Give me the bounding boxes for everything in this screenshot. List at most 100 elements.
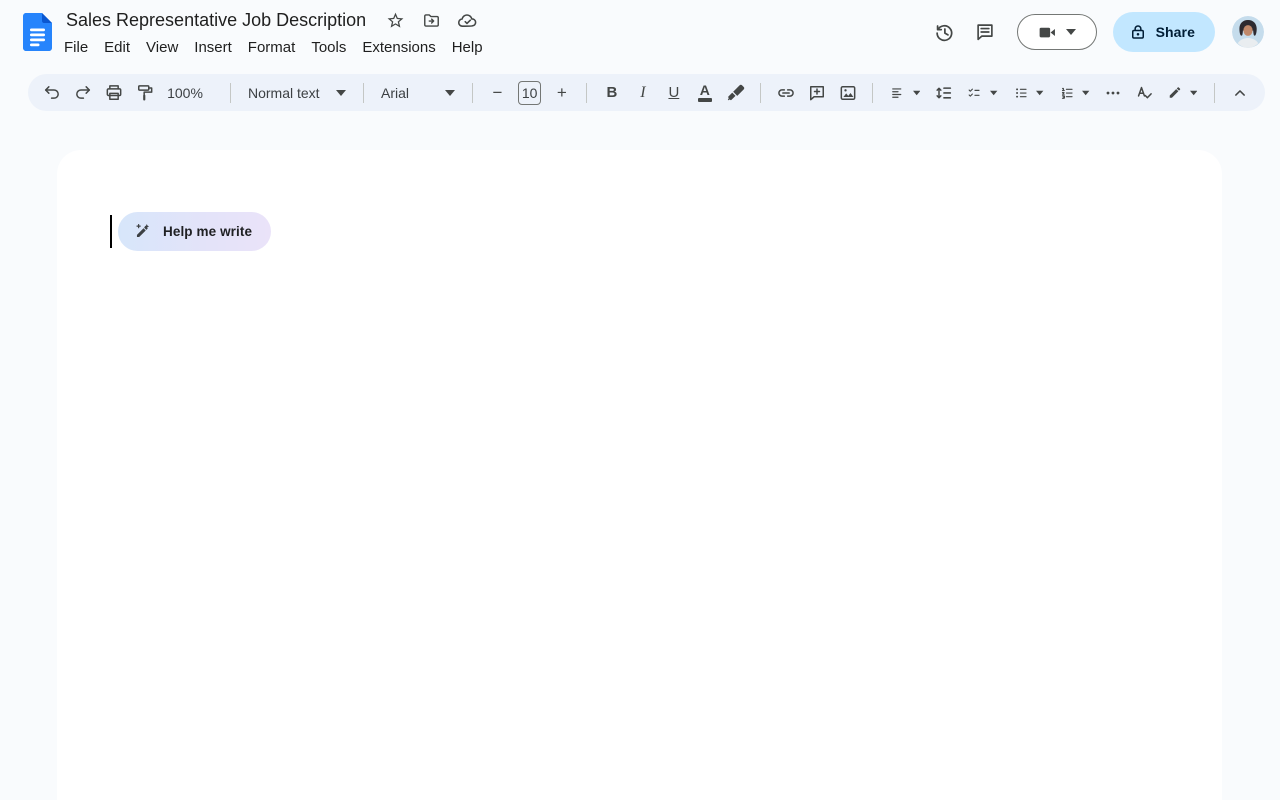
share-button[interactable]: Share [1113,12,1215,52]
insert-image-icon [838,83,858,103]
help-me-write-label: Help me write [163,224,252,239]
arrow-drop-down-icon [445,90,455,96]
arrow-drop-down-icon [1066,29,1076,35]
highlight-color-button[interactable] [721,79,750,107]
font-family-select[interactable]: Arial [374,79,462,107]
editing-mode-button[interactable] [1161,79,1204,107]
add-comment-icon [807,83,827,103]
share-label: Share [1156,24,1195,40]
decrease-font-size-button[interactable]: − [483,79,512,107]
join-call-button[interactable] [1017,14,1097,50]
star-button[interactable] [382,7,408,33]
more-options-button[interactable] [1099,79,1128,107]
help-me-write-button[interactable]: Help me write [118,212,271,251]
bulleted-list-icon [1014,83,1029,103]
arrow-drop-down-icon [990,90,997,96]
underline-icon: U [668,84,679,101]
docs-logo[interactable] [23,13,52,51]
menu-tools[interactable]: Tools [303,36,354,59]
zoom-value: 100% [167,85,203,101]
comments-button[interactable] [965,12,1005,52]
paint-format-button[interactable] [130,79,159,107]
checklist-icon [967,83,982,103]
menu-edit[interactable]: Edit [96,36,138,59]
title-block: Sales Representative Job Description [64,6,491,59]
title-actions [382,7,480,33]
menu-bar: File Edit View Insert Format Tools Exten… [56,36,491,59]
zoom-select[interactable]: 100% [161,79,220,107]
document-title[interactable]: Sales Representative Job Description [64,10,368,31]
toolbar-divider [872,83,873,103]
paragraph-style-select[interactable]: Normal text [241,79,353,107]
add-comment-button[interactable] [802,79,831,107]
spellcheck-button[interactable] [1130,79,1159,107]
collapse-toolbar-button[interactable] [1225,79,1254,107]
plus-icon: + [557,83,567,103]
redo-button[interactable] [68,79,97,107]
checklist-button[interactable] [960,79,1004,107]
video-call-icon [1037,22,1058,43]
undo-icon [42,83,62,103]
collapse-toolbar-icon [1230,83,1250,103]
font-size-input[interactable]: 10 [518,81,541,105]
print-icon [104,83,124,103]
lock-icon [1129,23,1147,41]
cloud-saved-icon [457,10,478,31]
minus-icon: − [493,83,503,103]
header-actions: Share [925,12,1264,52]
menu-view[interactable]: View [138,36,186,59]
version-history-icon [933,21,956,44]
align-button[interactable] [883,79,927,107]
app-header: Sales Representative Job Description [0,0,1280,74]
arrow-drop-down-icon [1082,90,1089,96]
insert-link-icon [776,83,796,103]
toolbar-divider [1214,83,1215,103]
print-button[interactable] [99,79,128,107]
version-history-button[interactable] [925,12,965,52]
document-status-button[interactable] [454,7,480,33]
menu-extensions[interactable]: Extensions [354,36,443,59]
paragraph-style-value: Normal text [248,85,320,101]
document-page[interactable]: Help me write [57,150,1222,800]
line-spacing-icon [934,83,954,103]
line-spacing-button[interactable] [929,79,958,107]
insert-link-button[interactable] [771,79,800,107]
numbered-list-button[interactable] [1053,79,1097,107]
increase-font-size-button[interactable]: + [547,79,576,107]
italic-button[interactable]: I [628,79,657,107]
toolbar: 100% Normal text Arial − 10 + B I U A [28,74,1265,111]
numbered-list-icon [1060,83,1075,103]
spellcheck-icon [1134,83,1154,103]
menu-file[interactable]: File [56,36,96,59]
toolbar-divider [472,83,473,103]
toolbar-divider [363,83,364,103]
paint-format-icon [135,83,155,103]
toolbar-divider [760,83,761,103]
menu-help[interactable]: Help [444,36,491,59]
toolbar-divider [586,83,587,103]
menu-insert[interactable]: Insert [186,36,240,59]
highlight-icon [726,83,746,103]
editing-mode-icon [1168,83,1182,102]
arrow-drop-down-icon [913,90,920,96]
move-folder-icon [422,11,441,30]
menu-format[interactable]: Format [240,36,304,59]
move-folder-button[interactable] [418,7,444,33]
font-family-value: Arial [381,85,409,101]
bold-button[interactable]: B [597,79,626,107]
toolbar-end [1205,79,1255,107]
redo-icon [73,83,93,103]
undo-button[interactable] [37,79,66,107]
insert-image-button[interactable] [833,79,862,107]
arrow-drop-down-icon [336,90,346,96]
text-color-icon: A [698,84,712,102]
italic-icon: I [640,84,645,102]
toolbar-divider [230,83,231,103]
more-icon [1103,83,1123,103]
comments-icon [974,21,996,43]
text-color-button[interactable]: A [690,79,719,107]
account-avatar[interactable] [1232,16,1264,48]
arrow-drop-down-icon [1190,90,1197,96]
bulleted-list-button[interactable] [1007,79,1051,107]
underline-button[interactable]: U [659,79,688,107]
